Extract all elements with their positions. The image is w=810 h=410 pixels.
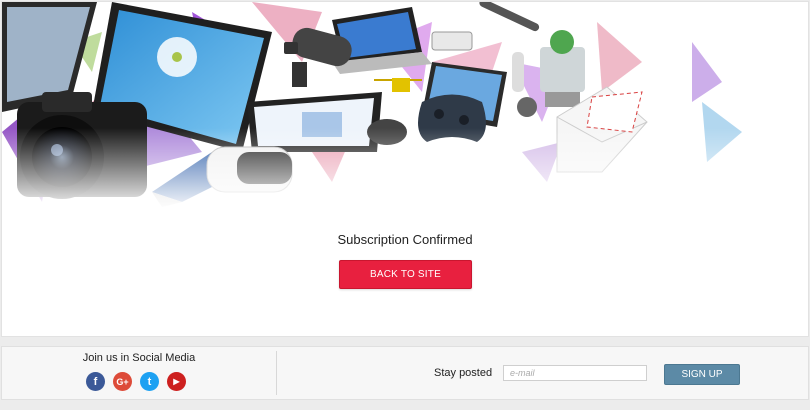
footer-bar: Join us in Social Media f G+ t ▶ Stay po… — [1, 346, 809, 400]
social-media-title: Join us in Social Media — [82, 352, 196, 364]
facebook-icon[interactable]: f — [86, 372, 105, 391]
youtube-icon[interactable]: ▶ — [167, 372, 186, 391]
stay-posted-label: Stay posted — [434, 367, 493, 379]
products-collage-banner — [2, 2, 808, 212]
confirmation-message: Subscription Confirmed — [337, 232, 473, 247]
twitter-icon[interactable]: t — [140, 372, 159, 391]
sign-up-button[interactable]: SIGN UP — [664, 364, 740, 385]
social-icons-row: f G+ t ▶ — [86, 372, 186, 391]
social-media-section: Join us in Social Media f G+ t ▶ — [2, 347, 276, 399]
footer-divider — [276, 351, 277, 395]
confirmation-card: Subscription Confirmed BACK TO SITE — [1, 1, 809, 337]
google-plus-icon[interactable]: G+ — [113, 372, 132, 391]
email-field[interactable] — [503, 365, 647, 381]
back-to-site-button[interactable]: BACK TO SITE — [339, 260, 472, 289]
